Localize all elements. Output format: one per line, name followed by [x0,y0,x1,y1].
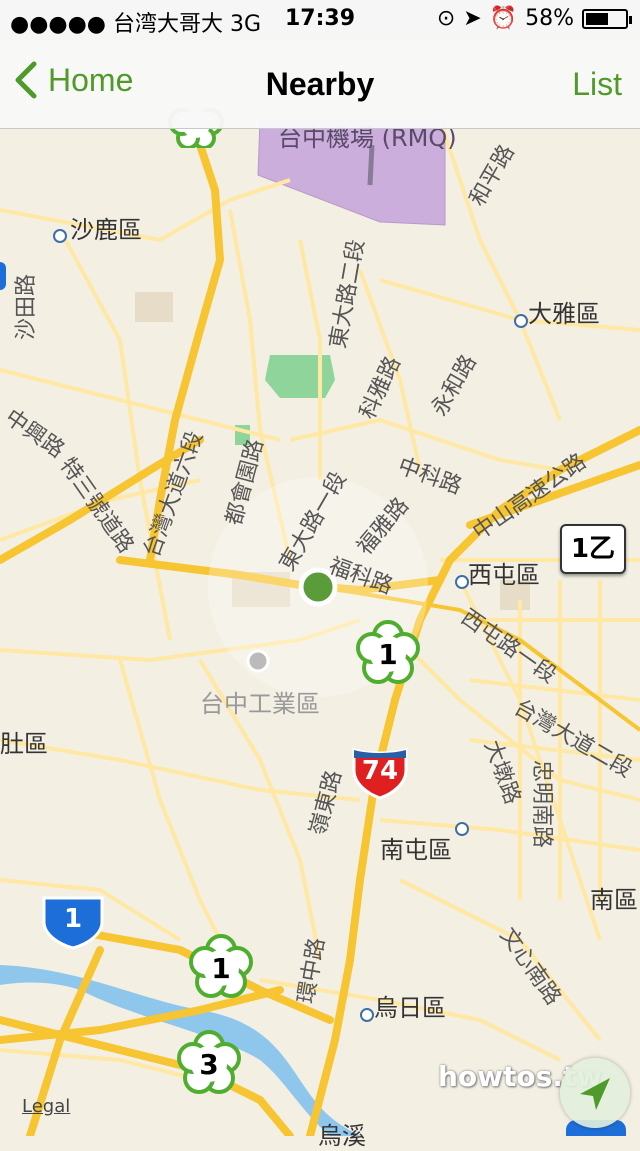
map-pin-marker[interactable]: 1 [188,934,254,1000]
location-arrow-icon [580,1078,610,1110]
district-label: 台中工業區 [200,690,320,718]
marker-count: 3 [199,1048,219,1081]
highway-shield-icon [0,262,6,290]
legal-link[interactable]: Legal [22,1096,70,1117]
marker-count: 1 [211,952,231,985]
district-label: 烏溪 [318,1122,366,1150]
rotation-lock-icon: ⊙ [436,6,456,31]
marker-count: 1 [378,638,398,671]
map-pin-marker[interactable]: 3 [176,1030,242,1096]
route-number-box: 1乙 [560,524,626,574]
district-label: 南區 [590,886,638,914]
road-label: 沙田路 [14,273,39,340]
place-dot [53,229,67,243]
district-label: 烏日區 [374,994,446,1022]
navigation-bar: Home Nearby List [0,40,640,129]
highway-number: 1 [63,904,83,934]
alarm-icon: ⏰ [489,6,518,31]
current-location-button[interactable] [560,1058,630,1128]
list-button[interactable]: List [572,66,622,103]
freeway-shield-icon: 74 [350,744,410,800]
district-label: 大雅區 [528,300,600,328]
back-label: Home [48,61,134,98]
highway-shield-icon: 1 [40,894,106,950]
district-label: 肚區 [0,730,48,758]
road-label: 忠明南路 [529,760,554,849]
map-pin-marker[interactable]: 1 [355,620,421,686]
battery-percent: 58% [525,6,574,31]
battery-icon [582,8,632,29]
location-icon: ➤ [463,6,482,31]
park-area [265,355,335,398]
status-right: ⊙ ➤ ⏰ 58% [436,6,632,31]
status-bar: ●●●●● 台湾大哥大 3G 17:39 ⊙ ➤ ⏰ 58% [0,0,640,40]
place-dot [455,575,469,589]
district-label: 沙鹿區 [70,216,142,244]
place-dot [455,822,469,836]
freeway-number: 74 [361,756,399,786]
district-label: 西屯區 [468,561,540,589]
chevron-left-icon [15,61,37,99]
place-dot [360,1008,374,1022]
back-button[interactable]: Home [14,60,133,100]
place-dot [514,314,528,328]
district-label: 南屯區 [380,836,452,864]
